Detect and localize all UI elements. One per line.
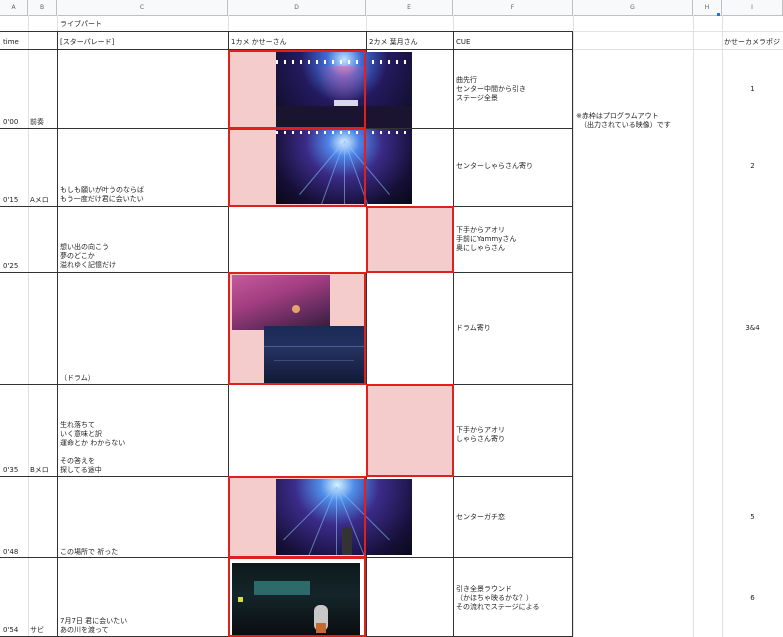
header-time: time bbox=[3, 38, 19, 46]
row6-lyrics: この場所で 祈った bbox=[60, 548, 119, 556]
header-camera-position: かせーカメラポジ bbox=[724, 38, 780, 46]
column-header-g[interactable]: G bbox=[573, 0, 693, 15]
row3-time: 0'25 bbox=[3, 262, 19, 270]
row7-program-out-frame bbox=[228, 557, 366, 637]
note-line-1: ※赤枠はプログラムアウト bbox=[576, 112, 659, 120]
row6-program-out-frame bbox=[228, 476, 366, 558]
row7-time: 0'54 bbox=[3, 626, 19, 634]
row2-position: 2 bbox=[750, 162, 755, 170]
row2-section: Aメロ bbox=[30, 196, 49, 204]
row5-section: Bメロ bbox=[30, 466, 49, 474]
column-header-f[interactable]: F bbox=[453, 0, 573, 15]
row3-lyrics: 想い出の向こう 夢のどこか 溢れゆく記憶だけ bbox=[60, 243, 116, 269]
row5-time: 0'35 bbox=[3, 466, 19, 474]
column-header-a[interactable]: A bbox=[0, 0, 28, 15]
row7-cue: 引き全景ラウンド （かほちゃ映るかな？） その流れでステージによる bbox=[456, 585, 540, 611]
column-header-b[interactable]: B bbox=[28, 0, 57, 15]
row1-cue: 曲先行 センター中間から引き ステージ全景 bbox=[456, 76, 526, 102]
row1-time: 0'00 bbox=[3, 118, 19, 126]
row6-time: 0'48 bbox=[3, 548, 19, 556]
row4-lyrics: （ドラム） bbox=[60, 374, 95, 382]
row1-position: 1 bbox=[750, 85, 755, 93]
row3-cue: 下手からアオリ 手前にYammyさん 奥にしゃらさん bbox=[456, 226, 517, 252]
header-camera-1: 1カメ かせーさん bbox=[231, 38, 287, 46]
row2-program-out-frame bbox=[228, 128, 366, 207]
column-header-d[interactable]: D bbox=[228, 0, 366, 15]
row6-position: 5 bbox=[750, 513, 755, 521]
row4-cue: ドラム寄り bbox=[456, 324, 491, 332]
row7-lyrics: 7月7日 君に会いたい あの川を渡って bbox=[60, 617, 128, 634]
row7-position: 6 bbox=[750, 594, 755, 602]
row1-section: 前奏 bbox=[30, 118, 44, 126]
row1-program-out-frame bbox=[228, 50, 366, 129]
header-lyrics: [スターパレード] bbox=[60, 38, 115, 46]
row2-lyrics: もしも願いが叶うのならば もう一度だけ君に会いたい bbox=[60, 186, 144, 203]
row5-program-out-frame bbox=[366, 384, 454, 477]
row6-cue: センターガチ恋 bbox=[456, 513, 505, 521]
row4-position: 3&4 bbox=[745, 324, 760, 332]
header-cue: CUE bbox=[456, 38, 471, 46]
column-header-bar: A B C D E F G H I bbox=[0, 0, 783, 16]
row3-program-out-frame bbox=[366, 206, 454, 273]
column-header-c[interactable]: C bbox=[57, 0, 228, 15]
row2-cue: センターしゃらさん寄り bbox=[456, 162, 533, 170]
row5-cue: 下手からアオリ しゃらさん寄り bbox=[456, 426, 505, 443]
row5-lyrics: 生れ落ちて いく意味と訳 運命とか わからない その答えを 探してる途中 bbox=[60, 421, 126, 474]
sheet-title: ライブパート bbox=[60, 20, 102, 28]
row7-section: サビ bbox=[30, 626, 44, 634]
column-header-i[interactable]: I bbox=[722, 0, 783, 15]
note-line-2: （出力されている映像）です bbox=[580, 121, 671, 129]
header-camera-2: 2カメ 葉月さん bbox=[369, 38, 418, 46]
column-header-e[interactable]: E bbox=[366, 0, 453, 15]
selection-handle[interactable] bbox=[717, 13, 720, 16]
row2-time: 0'15 bbox=[3, 196, 19, 204]
row4-program-out-frame bbox=[228, 272, 366, 385]
